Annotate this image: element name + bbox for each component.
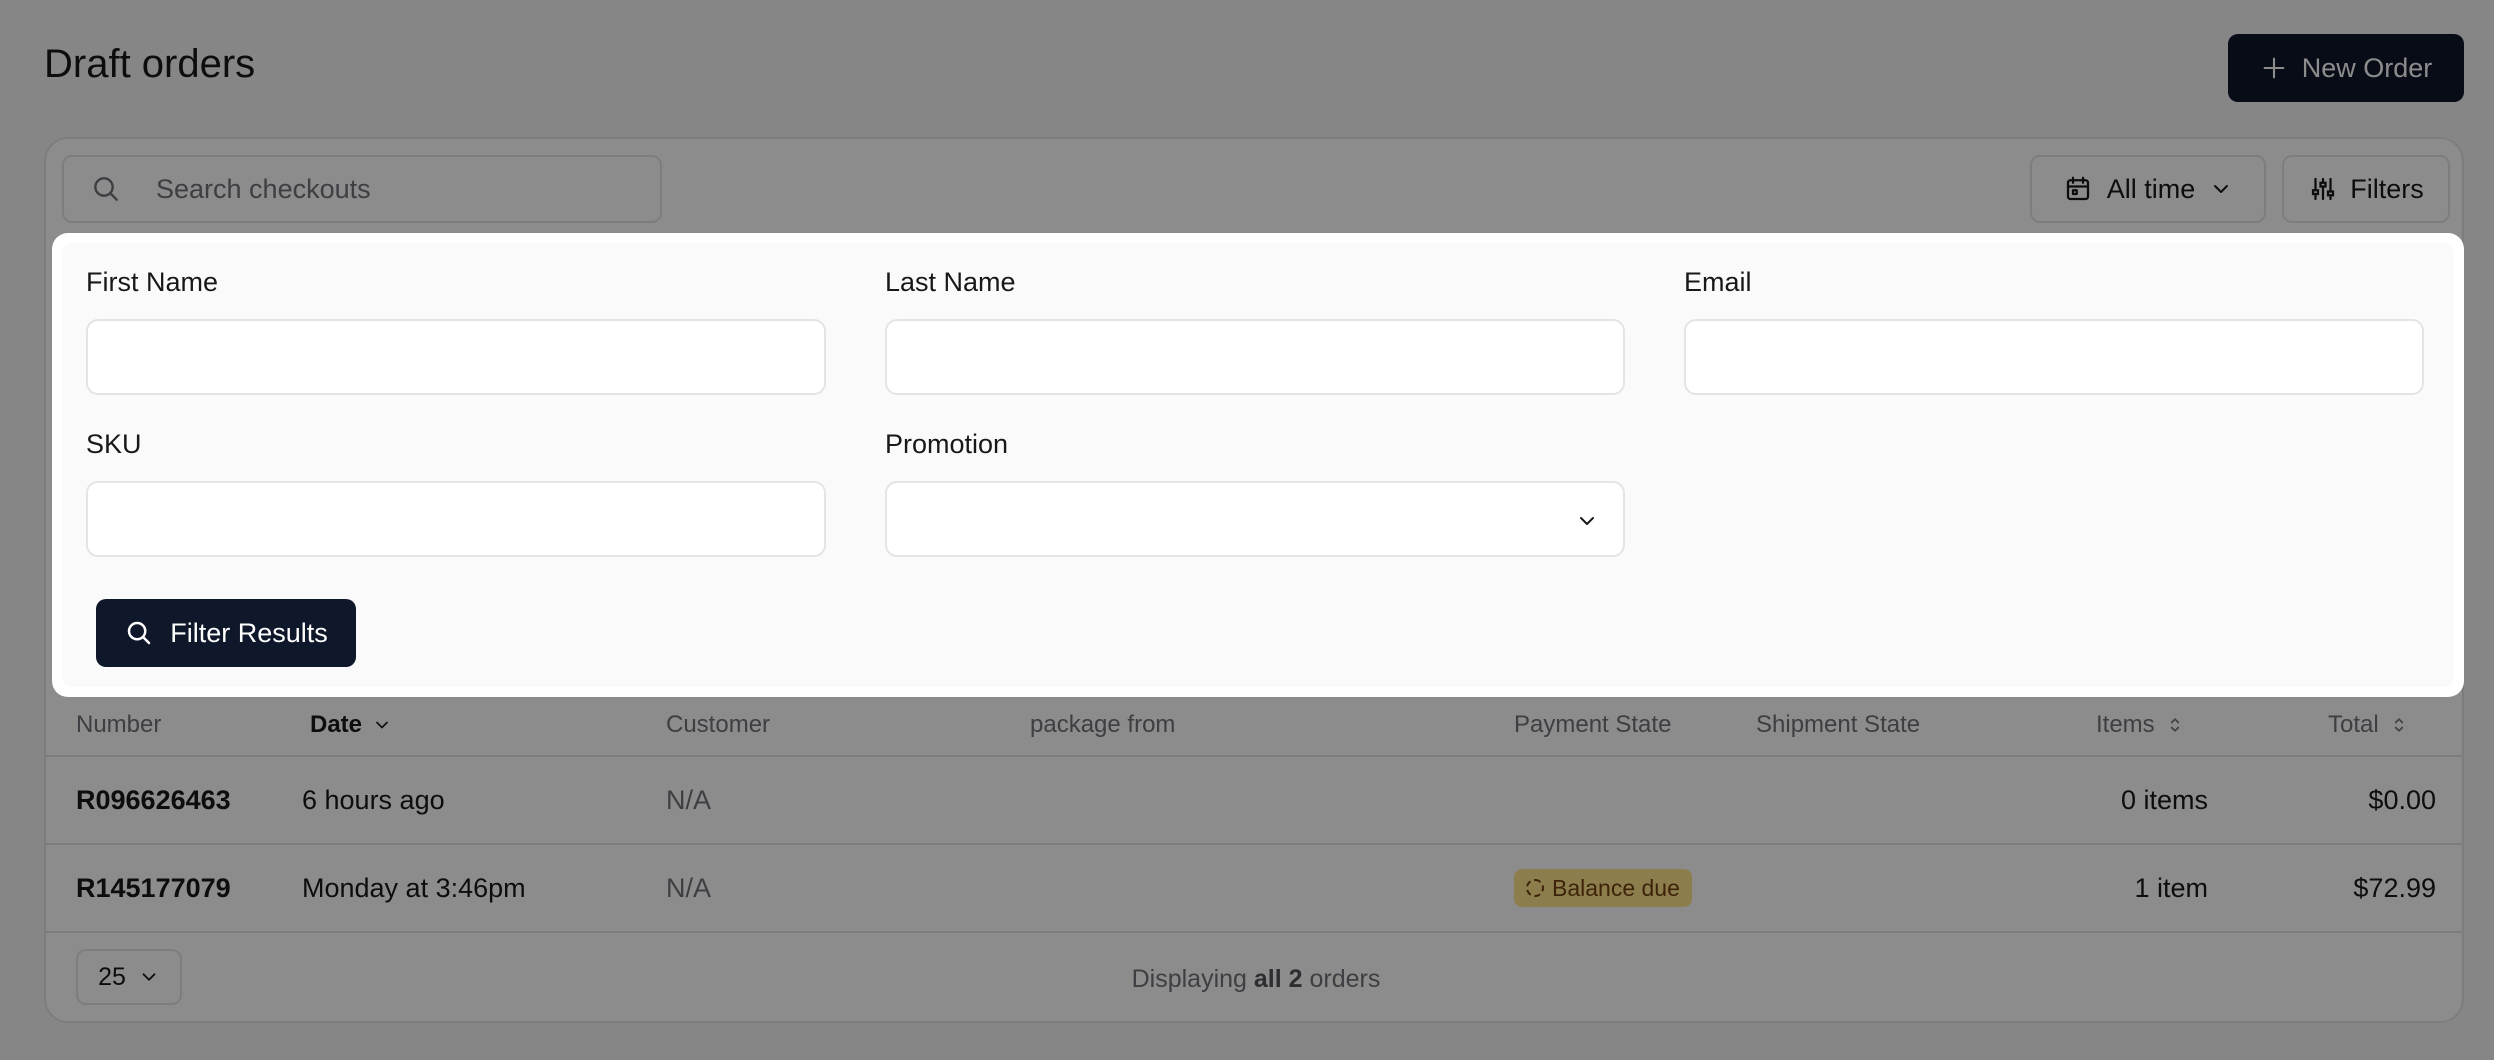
sku-label: SKU [86,429,142,459]
promotion-label: Promotion [885,429,1009,459]
filter-panel-body: First Name Last Name Email SKU Promotion… [62,243,2454,687]
first-name-input[interactable] [86,319,826,395]
filter-panel: First Name Last Name Email SKU Promotion… [52,233,2464,697]
last-name-label: Last Name [885,267,1016,297]
filter-results-label: Filter Results [170,617,328,648]
email-input[interactable] [1684,319,2424,395]
last-name-input[interactable] [885,319,1625,395]
email-label: Email [1684,267,1752,297]
chevron-down-icon [1580,517,1594,525]
draft-orders-page: Draft orders New Order All time Filters … [0,0,2494,1060]
search-icon [127,621,151,645]
filter-results-button[interactable]: Filter Results [96,599,356,667]
first-name-label: First Name [86,267,219,297]
sku-input[interactable] [86,481,826,557]
promotion-select[interactable] [885,481,1625,557]
